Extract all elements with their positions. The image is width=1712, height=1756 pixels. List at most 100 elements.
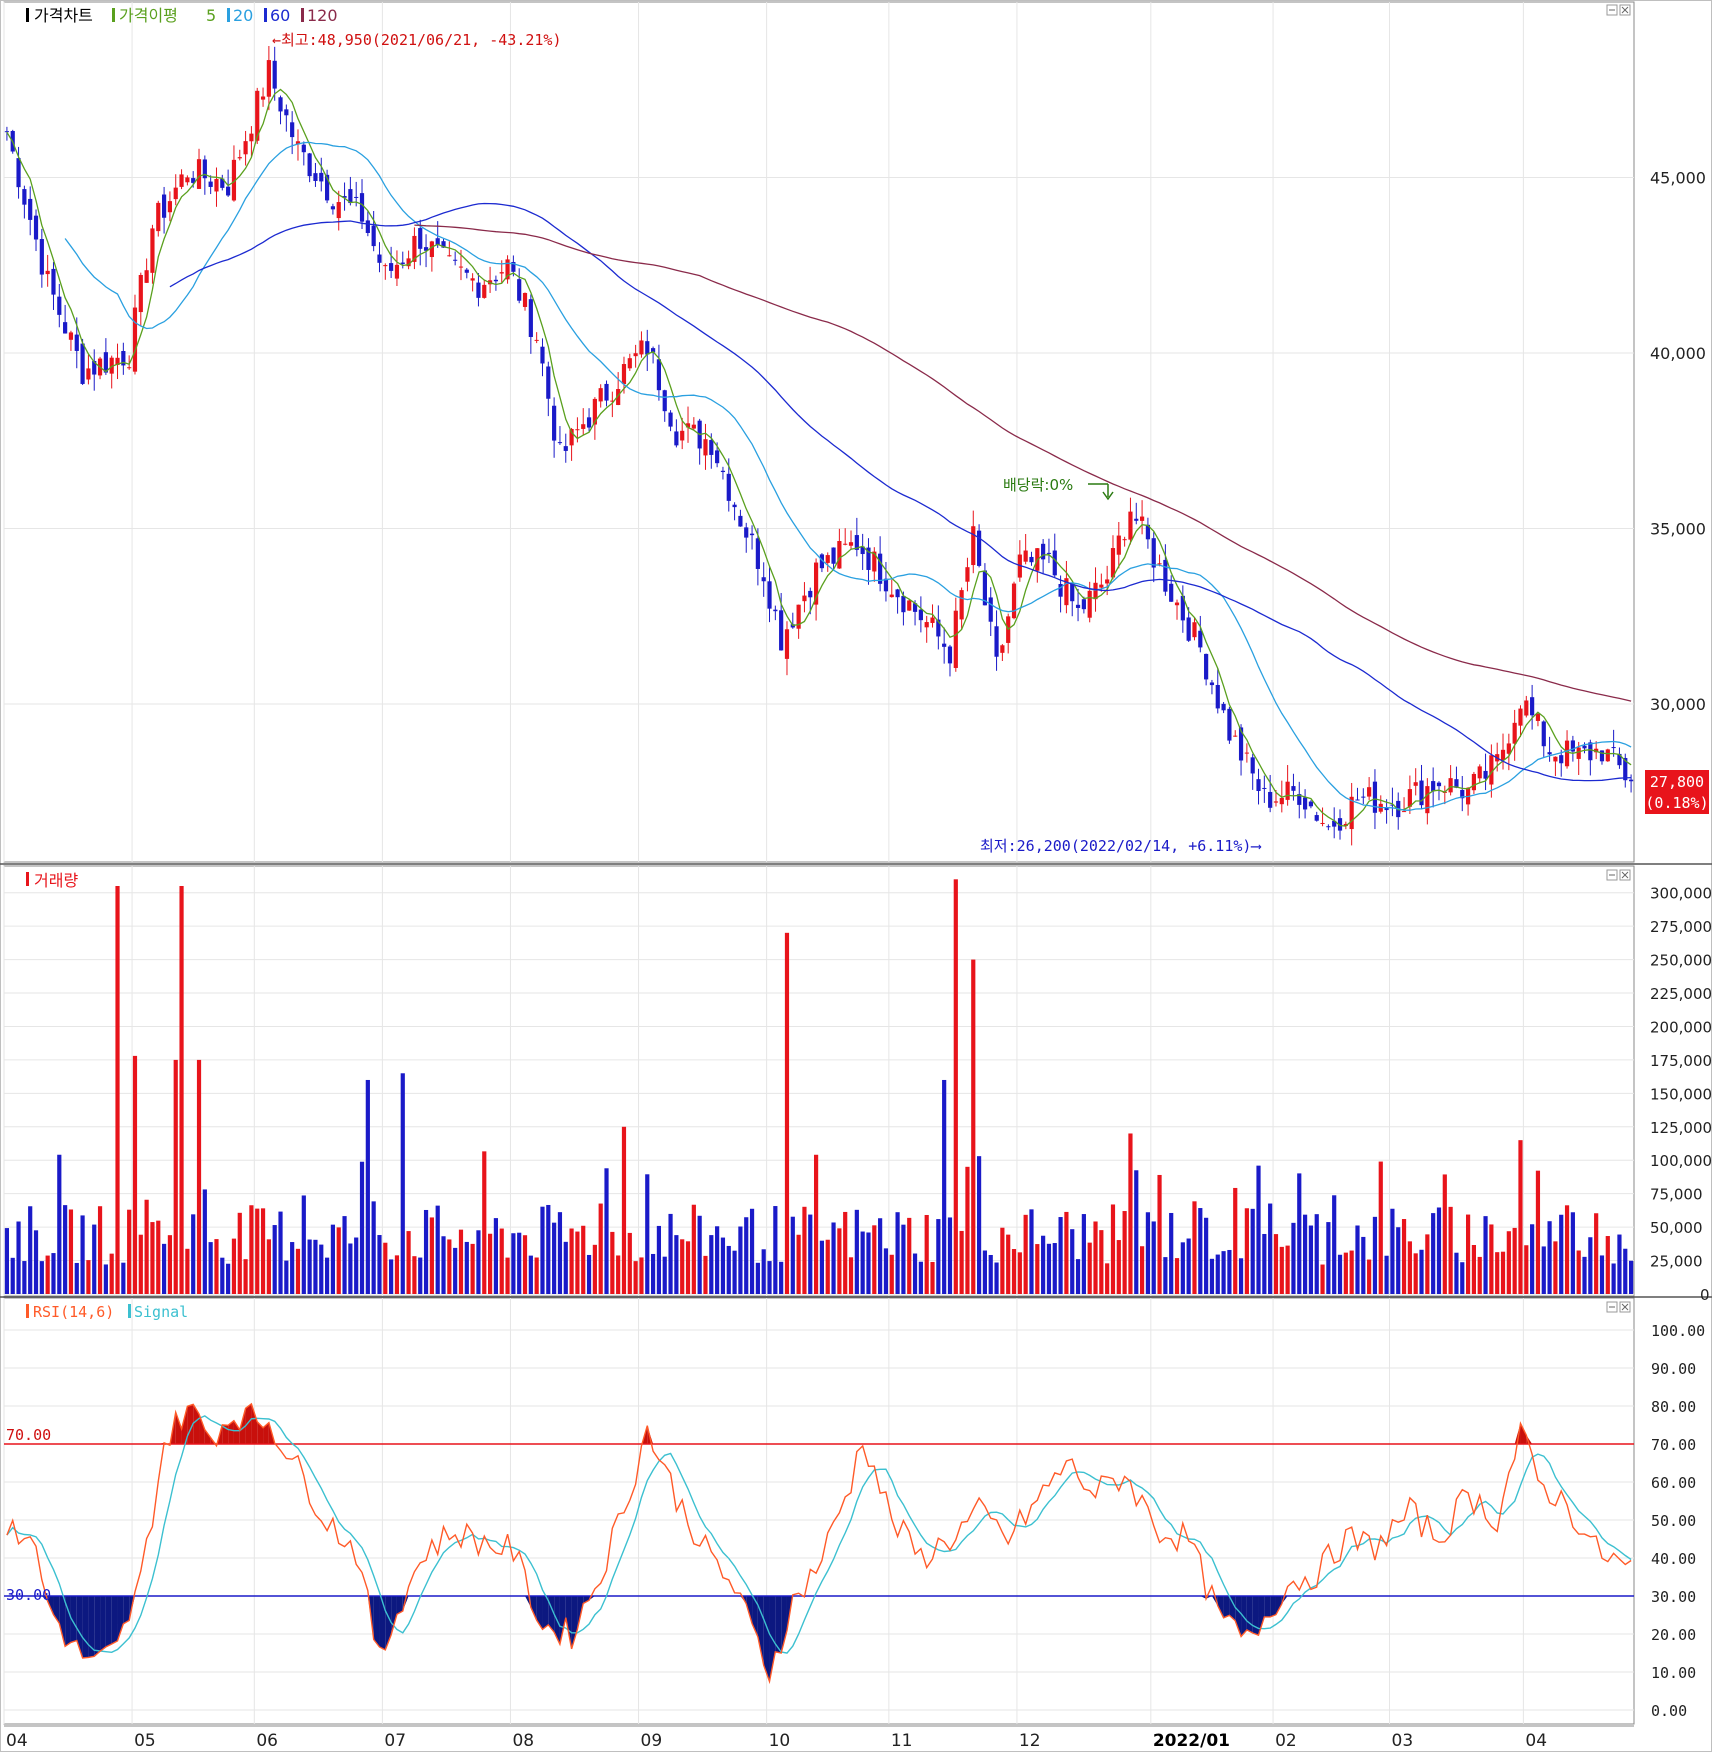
candle-body (546, 366, 551, 399)
volume-bar (1518, 1140, 1523, 1294)
candle-body (377, 254, 382, 263)
volume-bar (423, 1209, 429, 1294)
candle-body (540, 346, 545, 364)
candle-body (226, 186, 231, 196)
candle-body (627, 358, 632, 369)
volume-bar (144, 1199, 149, 1294)
candle-body (563, 446, 568, 451)
volume-bar (365, 1079, 370, 1294)
volume-bar (1413, 1253, 1418, 1294)
volume-bar (1192, 1201, 1197, 1294)
volume-bar (1506, 1231, 1511, 1294)
candle-body (22, 189, 27, 205)
volume-bar (1599, 1255, 1605, 1294)
volume-bar (22, 1261, 27, 1294)
candle-body (208, 181, 213, 187)
volume-bar (74, 1262, 79, 1294)
volume-bar (1477, 1256, 1482, 1294)
volume-y-tick: 300,000 (1650, 885, 1712, 903)
volume-bar (80, 1215, 85, 1294)
volume-title: 거래량 (34, 871, 78, 890)
candle-body (1011, 583, 1017, 619)
volume-bar (767, 1261, 772, 1294)
volume-bar (441, 1236, 446, 1294)
volume-bar (557, 1212, 563, 1294)
volume-bar (470, 1243, 475, 1294)
candle-body (825, 555, 830, 563)
volume-bar (680, 1239, 685, 1294)
candle-body (1401, 811, 1407, 813)
volume-bar (45, 1255, 50, 1294)
x-tick-label: 05 (134, 1731, 156, 1751)
candle-body (1151, 538, 1156, 568)
x-tick-label: 2022/01 (1153, 1731, 1230, 1751)
volume-bar (540, 1206, 545, 1294)
candle-body (668, 412, 673, 427)
volume-bar (1198, 1208, 1203, 1294)
volume-bar (796, 1234, 801, 1294)
x-tick-label: 04 (6, 1731, 28, 1751)
x-tick-label: 03 (1392, 1731, 1414, 1751)
candle-body (755, 538, 760, 569)
volume-bar (1099, 1230, 1104, 1294)
candle-body (1326, 826, 1331, 828)
candle-body (522, 292, 528, 307)
volume-bar (237, 1212, 242, 1294)
volume-bar (1215, 1254, 1220, 1294)
candle-body (680, 430, 685, 441)
candle-body (674, 431, 679, 446)
candle-body (703, 439, 708, 456)
candle-body (400, 262, 405, 264)
candle-body (1174, 602, 1180, 606)
rsi-y-tick: 60.00 (1651, 1474, 1696, 1492)
volume-bar (167, 1235, 173, 1294)
volume-bar (1367, 1259, 1372, 1294)
volume-bar (1186, 1238, 1191, 1294)
volume-bar (487, 1233, 493, 1294)
volume-bar (1204, 1217, 1209, 1294)
candle-body (1559, 755, 1564, 764)
volume-bar (1163, 1257, 1168, 1294)
volume-bar (307, 1239, 312, 1294)
candle-body (1477, 766, 1482, 779)
volume-bar (63, 1205, 68, 1294)
volume-bar (662, 1256, 667, 1294)
x-tick-label: 02 (1275, 1731, 1297, 1751)
volume-bar (732, 1250, 737, 1294)
volume-bar (1087, 1242, 1092, 1294)
volume-bar (179, 886, 184, 1294)
candle-body (86, 368, 91, 380)
volume-bar (28, 1206, 33, 1294)
volume-bar (1425, 1234, 1430, 1294)
volume-bar (1332, 1195, 1337, 1294)
candle-body (575, 429, 580, 431)
volume-bar (1273, 1234, 1279, 1294)
volume-bar (883, 1248, 889, 1294)
candle-body (1436, 782, 1442, 787)
rsi-y-tick: 50.00 (1651, 1512, 1696, 1530)
volume-bar (1570, 1212, 1575, 1294)
volume-bar (674, 1235, 679, 1294)
candle-body (173, 187, 178, 200)
volume-bar (534, 1257, 539, 1294)
volume-bar (691, 1204, 696, 1294)
candle-body (831, 547, 836, 564)
volume-bar (1314, 1214, 1319, 1294)
volume-bar (132, 1055, 138, 1294)
candle-body (552, 405, 557, 441)
candle-body (738, 515, 743, 527)
volume-bar (1628, 1260, 1634, 1294)
candle-body (266, 60, 271, 97)
candle-body (726, 473, 731, 501)
candle-body (1547, 752, 1552, 755)
candle-body (639, 340, 644, 355)
signal-title: Signal (134, 1303, 188, 1321)
volume-bar (127, 1209, 132, 1294)
candle-body (947, 646, 953, 664)
volume-bar (330, 1224, 336, 1294)
volume-bar (453, 1247, 458, 1294)
volume-bar (621, 1126, 627, 1294)
candle-body (517, 279, 522, 301)
volume-bar (1454, 1252, 1459, 1294)
volume-bar (511, 1233, 516, 1294)
